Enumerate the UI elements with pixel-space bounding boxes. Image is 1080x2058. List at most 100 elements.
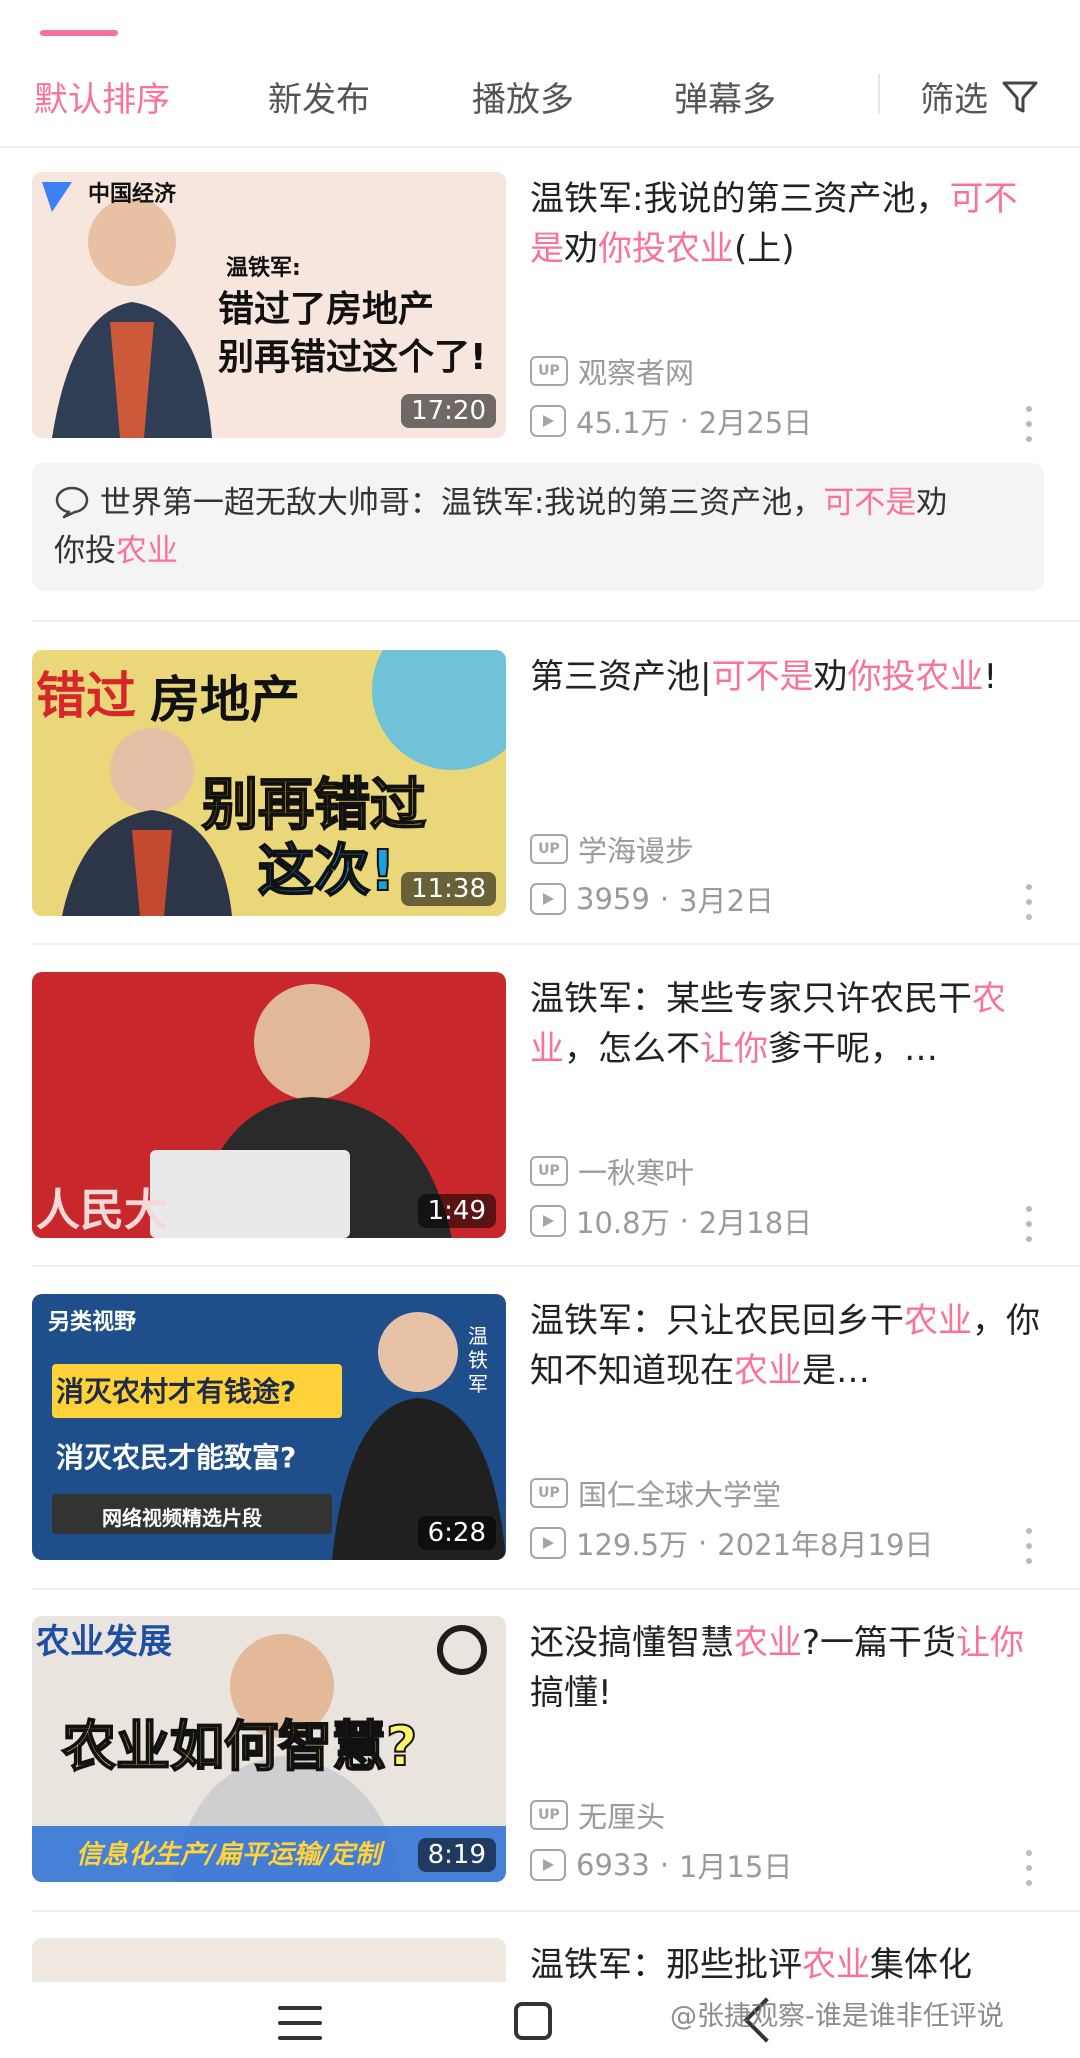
stats-row: 10.8万 · 2月18日 bbox=[530, 1200, 812, 1242]
title-part: 温铁军：那些批评 bbox=[530, 1945, 802, 1982]
video-duration: 11:38 bbox=[401, 872, 496, 906]
title-part: 第三资产池| bbox=[530, 657, 712, 697]
thumb-text-1: 错过 bbox=[36, 667, 136, 725]
title-part: ! bbox=[983, 657, 998, 697]
video-title[interactable]: 温铁军:我说的第三资产池，可不是劝你投农业(上) bbox=[530, 174, 1040, 274]
more-options-icon[interactable] bbox=[1026, 1528, 1034, 1564]
video-duration: 1:49 bbox=[417, 1194, 496, 1228]
video-thumbnail[interactable] bbox=[32, 1938, 506, 1982]
thumb-text-3: 消灭农民才能致富? bbox=[56, 1441, 297, 1474]
stats-row: 6933 · 1月15日 bbox=[530, 1844, 792, 1886]
dot-separator: · bbox=[659, 882, 670, 916]
video-card[interactable]: 错过 房地产 别再错过 这次! 11:38 第三资产池|可不是劝你投农业! UP… bbox=[32, 650, 1048, 920]
dot-separator: · bbox=[698, 1526, 708, 1560]
title-part: 温铁军:我说的第三资产池， bbox=[530, 179, 950, 219]
video-card[interactable]: 温铁军：那些批评农业集体化 bbox=[32, 1938, 1048, 1982]
uploader-name: 观察者网 bbox=[578, 356, 695, 390]
thumb-text-2: 错过了房地产 bbox=[218, 289, 435, 330]
row-divider bbox=[32, 1265, 1080, 1267]
more-options-icon[interactable] bbox=[1026, 1850, 1034, 1886]
title-part: ?一篇干货 bbox=[802, 1623, 957, 1663]
play-count-icon bbox=[530, 883, 566, 915]
status-area-cut bbox=[0, 0, 1080, 20]
video-thumbnail[interactable]: 中国经济 温铁军: 错过了房地产 别再错过这个了! 17:20 bbox=[32, 172, 506, 438]
uploader-row[interactable]: UP 国仁全球大学堂 bbox=[530, 1472, 781, 1514]
uploader-row[interactable]: UP 无厘头 bbox=[530, 1794, 665, 1836]
title-highlight: 农业 bbox=[802, 1945, 870, 1982]
publish-date: 2月18日 bbox=[698, 1206, 813, 1240]
uploader-row[interactable]: UP 一秋寒叶 bbox=[530, 1150, 694, 1192]
sort-most-played[interactable]: 播放多 bbox=[472, 72, 574, 121]
video-card[interactable]: 另类视野 消灭农村才有钱途? 消灭农民才能致富? 网络视频精选片段 温铁军 6:… bbox=[32, 1294, 1048, 1564]
header-divider bbox=[0, 146, 1080, 148]
video-title[interactable]: 温铁军：那些批评农业集体化 bbox=[530, 1940, 1040, 1982]
title-part: (上) bbox=[734, 229, 795, 269]
title-highlight: 你投农业 bbox=[598, 229, 734, 269]
filter-button[interactable]: 筛选 bbox=[920, 72, 1038, 121]
title-part: 温铁军：只让农民回乡干 bbox=[530, 1301, 904, 1341]
up-icon: UP bbox=[530, 1800, 568, 1830]
play-count-icon bbox=[530, 1527, 566, 1559]
play-count-icon bbox=[530, 1205, 566, 1237]
title-highlight: 你投农业 bbox=[847, 657, 984, 697]
sort-newest[interactable]: 新发布 bbox=[268, 72, 370, 121]
title-part: 是… bbox=[802, 1351, 870, 1391]
sort-default[interactable]: 默认排序 bbox=[34, 72, 170, 121]
thumb-text-1: 温铁军: bbox=[226, 256, 301, 281]
title-part: 搞懂! bbox=[530, 1673, 612, 1713]
video-title[interactable]: 温铁军：只让农民回乡干农业，你知不知道现在农业是… bbox=[530, 1296, 1040, 1396]
video-card[interactable]: 农业发展 农业如何智慧? 信息化生产/扁平运输/定制 8:19 还没搞懂智慧农业… bbox=[32, 1616, 1048, 1886]
up-icon: UP bbox=[530, 1478, 568, 1508]
video-title[interactable]: 第三资产池|可不是劝你投农业! bbox=[530, 652, 1040, 702]
up-icon: UP bbox=[530, 834, 568, 864]
video-card[interactable]: 人民大 1:49 温铁军：某些专家只许农民干农业，怎么不让你爹干呢，… UP 一… bbox=[32, 972, 1048, 1242]
sort-divider bbox=[878, 74, 880, 114]
video-card[interactable]: 中国经济 温铁军: 错过了房地产 别再错过这个了! 17:20 温铁军:我说的第… bbox=[32, 172, 1048, 442]
view-count: 10.8万 bbox=[576, 1206, 670, 1240]
video-title[interactable]: 温铁军：某些专家只许农民干农业，怎么不让你爹干呢，… bbox=[530, 974, 1040, 1074]
system-nav-bar: @张捷观察-谁是谁非任评说 bbox=[0, 1982, 1080, 2058]
stats-row: 129.5万 · 2021年8月19日 bbox=[530, 1522, 933, 1564]
title-part: 集体化 bbox=[870, 1945, 972, 1982]
video-title[interactable]: 还没搞懂智慧农业?一篇干货让你搞懂! bbox=[530, 1618, 1040, 1718]
video-duration: 8:19 bbox=[417, 1838, 496, 1872]
row-divider bbox=[32, 620, 1080, 622]
more-options-icon[interactable] bbox=[1026, 884, 1034, 920]
comment-text: 你投 bbox=[54, 533, 116, 569]
comment-snippet[interactable]: 世界第一超无敌大帅哥：温铁军:我说的第三资产池，可不是劝 你投农业 bbox=[32, 463, 1044, 591]
title-highlight: 农业 bbox=[734, 1623, 802, 1663]
title-highlight: 让你 bbox=[956, 1623, 1025, 1663]
thumb-text-5: 温铁军 bbox=[468, 1324, 488, 1396]
thumb-text-3: 别再错过这个了! bbox=[218, 337, 487, 378]
recent-apps-icon[interactable] bbox=[278, 2006, 322, 2040]
view-count: 6933 bbox=[576, 1848, 650, 1882]
funnel-icon bbox=[1002, 81, 1038, 112]
comment-highlight: 可不是 bbox=[823, 485, 917, 521]
video-thumbnail[interactable]: 农业发展 农业如何智慧? 信息化生产/扁平运输/定制 8:19 bbox=[32, 1616, 506, 1882]
title-part: ，怎么不 bbox=[564, 1029, 700, 1069]
uploader-name: 无厘头 bbox=[578, 1800, 666, 1834]
title-highlight: 农业 bbox=[734, 1351, 802, 1391]
play-count-icon bbox=[530, 405, 566, 437]
uploader-row[interactable]: UP 学海谩步 bbox=[530, 828, 694, 870]
thumb-text-1: 另类视野 bbox=[48, 1310, 137, 1335]
uploader-name: 学海谩步 bbox=[578, 834, 695, 868]
more-options-icon[interactable] bbox=[1026, 1206, 1034, 1242]
video-thumbnail[interactable]: 另类视野 消灭农村才有钱途? 消灭农民才能致富? 网络视频精选片段 温铁军 6:… bbox=[32, 1294, 506, 1560]
row-divider bbox=[32, 1588, 1080, 1590]
thumb-text-2: 房地产 bbox=[150, 671, 300, 729]
publish-date: 3月2日 bbox=[679, 884, 774, 918]
title-highlight: 让你 bbox=[700, 1029, 768, 1069]
home-icon[interactable] bbox=[514, 2002, 552, 2040]
video-thumbnail[interactable]: 人民大 1:49 bbox=[32, 972, 506, 1238]
publish-date: 2月25日 bbox=[698, 406, 813, 440]
comment-bubble-icon bbox=[55, 486, 89, 519]
more-options-icon[interactable] bbox=[1026, 406, 1034, 442]
title-highlight: 可不是 bbox=[711, 657, 814, 697]
sort-most-danmaku[interactable]: 弹幕多 bbox=[674, 72, 776, 121]
view-count: 45.1万 bbox=[576, 406, 670, 440]
video-thumbnail[interactable]: 错过 房地产 别再错过 这次! 11:38 bbox=[32, 650, 506, 916]
uploader-row[interactable]: UP 观察者网 bbox=[530, 350, 694, 392]
active-tab-indicator bbox=[40, 30, 118, 36]
dot-separator: · bbox=[659, 1848, 670, 1882]
